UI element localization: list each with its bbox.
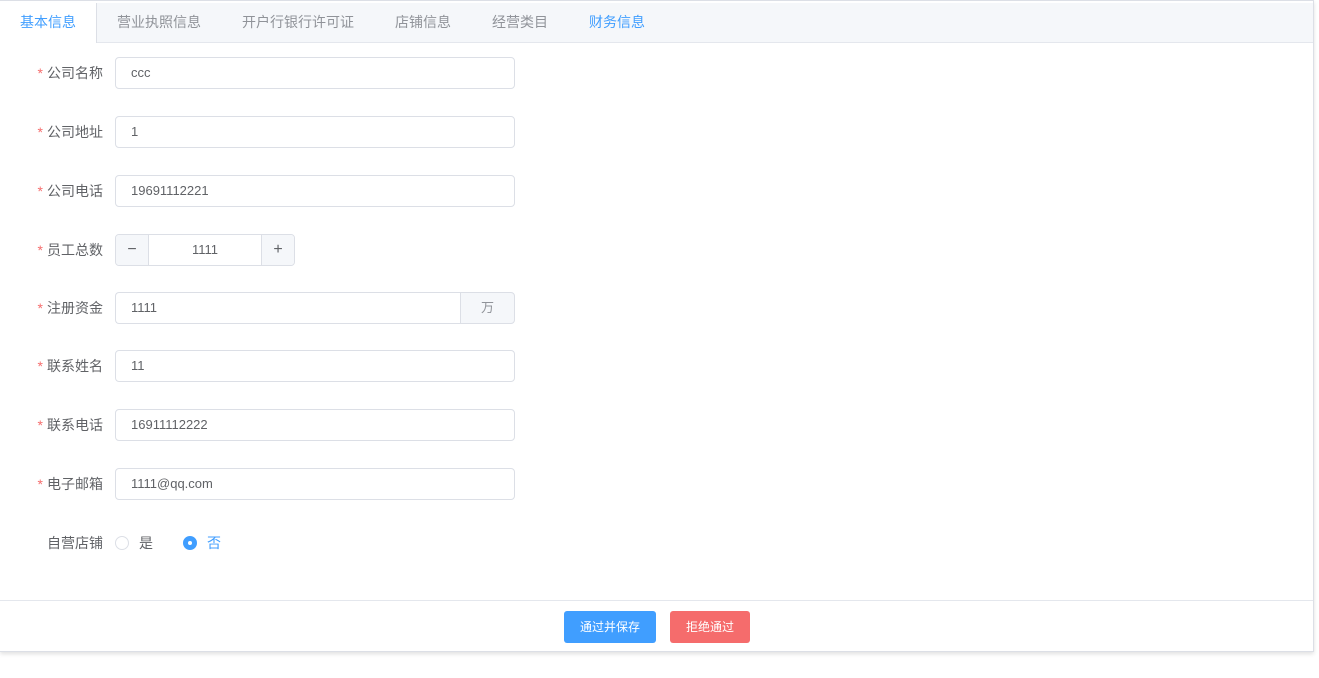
tab-business-category[interactable]: 经营类目	[492, 3, 548, 42]
employee-count-input[interactable]: 1111	[148, 235, 262, 265]
tab-shop-info[interactable]: 店铺信息	[395, 3, 451, 42]
footer-divider	[0, 600, 1313, 601]
required-mark: *	[37, 417, 43, 433]
employee-count-label: 员工总数	[47, 242, 103, 258]
form-item-self-operated: 自营店铺 是 否	[0, 527, 400, 559]
employee-count-stepper: − 1111 +	[115, 234, 295, 266]
company-address-label: 公司地址	[47, 124, 103, 140]
tab-finance-info[interactable]: 财务信息	[589, 3, 645, 42]
decrement-button[interactable]: −	[116, 235, 149, 265]
radio-checked-icon	[183, 536, 197, 550]
capital-unit-suffix: 万	[460, 292, 515, 324]
required-mark: *	[37, 183, 43, 199]
required-mark: *	[37, 65, 43, 81]
increment-button[interactable]: +	[261, 235, 294, 265]
company-name-input[interactable]: ccc	[115, 57, 515, 89]
radio-no-label: 否	[207, 535, 221, 551]
self-operated-label: 自营店铺	[47, 535, 103, 551]
required-mark: *	[37, 476, 43, 492]
tab-bar: 基本信息 营业执照信息 开户行银行许可证 店铺信息 经营类目 财务信息	[0, 3, 1313, 43]
approve-save-button[interactable]: 通过并保存	[564, 611, 656, 643]
required-mark: *	[37, 242, 43, 258]
contact-name-label: 联系姓名	[47, 358, 103, 374]
contact-phone-input[interactable]: 16911112222	[115, 409, 515, 441]
required-mark: *	[37, 358, 43, 374]
company-name-label: 公司名称	[47, 65, 103, 81]
email-label: 电子邮箱	[47, 476, 103, 492]
company-address-input[interactable]: 1	[115, 116, 515, 148]
radio-yes-label: 是	[139, 535, 153, 551]
radio-circle-icon	[115, 536, 129, 550]
registered-capital-group: 1111 万	[115, 292, 515, 324]
contact-name-input[interactable]: 11	[115, 350, 515, 382]
reject-button[interactable]: 拒绝通过	[670, 611, 750, 643]
required-mark: *	[37, 300, 43, 316]
company-phone-label: 公司电话	[47, 183, 103, 199]
contact-phone-label: 联系电话	[47, 417, 103, 433]
tab-business-license[interactable]: 营业执照信息	[117, 3, 201, 42]
tab-bank-permit[interactable]: 开户行银行许可证	[242, 3, 354, 42]
company-phone-input[interactable]: 19691112221	[115, 175, 515, 207]
audit-card: 基本信息 营业执照信息 开户行银行许可证 店铺信息 经营类目 财务信息 * 公司名…	[0, 0, 1314, 652]
tab-basic-info[interactable]: 基本信息	[0, 3, 97, 43]
registered-capital-input[interactable]: 1111	[115, 292, 461, 324]
registered-capital-label: 注册资金	[47, 300, 103, 316]
email-input[interactable]: 1111@qq.com	[115, 468, 515, 500]
required-mark: *	[37, 124, 43, 140]
